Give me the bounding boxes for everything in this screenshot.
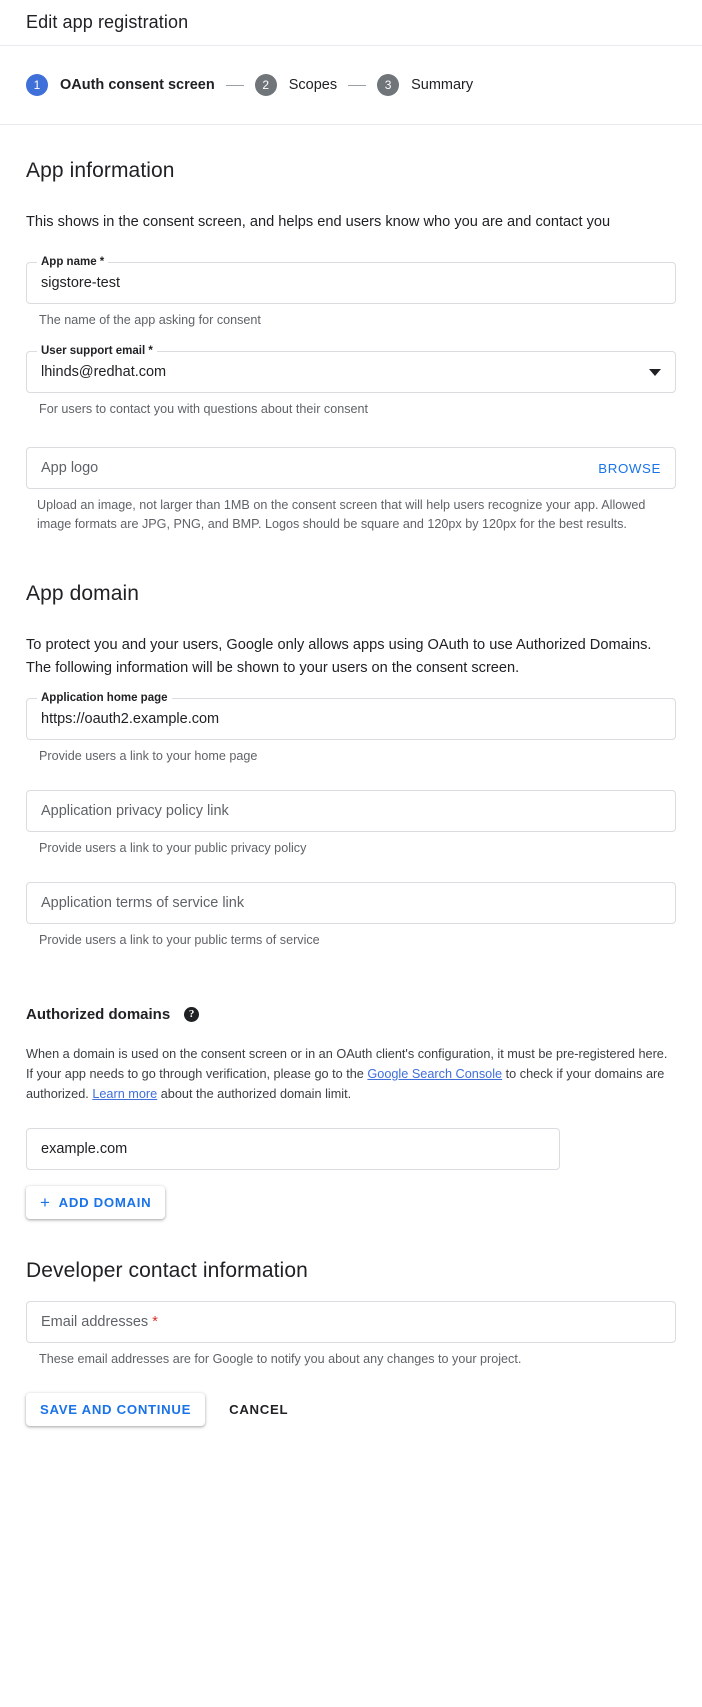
terms-of-service-hint: Provide users a link to your public term… (39, 933, 320, 947)
application-home-page-hint: Provide users a link to your home page (39, 749, 258, 763)
wizard-stepper: 1 OAuth consent screen 2 Scopes 3 Summar… (0, 46, 702, 125)
application-home-page-label: Application home page (37, 692, 172, 705)
plus-icon: + (40, 1193, 51, 1212)
authorized-domain-input[interactable]: example.com (26, 1128, 560, 1170)
privacy-policy-hint: Provide users a link to your public priv… (39, 841, 307, 855)
app-name-hint: The name of the app asking for consent (39, 313, 261, 327)
user-support-email-value: lhinds@redhat.com (41, 364, 167, 380)
step-oauth-consent-screen[interactable]: 1 OAuth consent screen (26, 74, 215, 96)
step-1-badge: 1 (26, 74, 48, 96)
step-1-label: OAuth consent screen (60, 77, 215, 93)
app-name-label: App name * (37, 256, 109, 269)
add-domain-label: ADD DOMAIN (58, 1195, 152, 1210)
required-asterisk: * (152, 1314, 158, 1330)
page-title: Edit app registration (26, 12, 189, 32)
app-information-heading: App information (26, 159, 175, 182)
user-support-email-select[interactable]: User support email * lhinds@redhat.com (26, 345, 676, 393)
privacy-policy-input[interactable]: Application privacy policy link (26, 790, 676, 832)
app-logo-placeholder: App logo (41, 460, 99, 476)
add-domain-button[interactable]: + ADD DOMAIN (26, 1186, 166, 1219)
email-addresses-input[interactable]: Email addresses * (26, 1301, 676, 1343)
developer-contact-heading: Developer contact information (26, 1259, 308, 1282)
user-support-email-hint: For users to contact you with questions … (39, 402, 369, 416)
form-content: App information This shows in the consen… (0, 159, 702, 1426)
app-name-value: sigstore-test (41, 275, 120, 291)
terms-of-service-input[interactable]: Application terms of service link (26, 882, 676, 924)
email-addresses-placeholder: Email addresses * (41, 1314, 158, 1330)
save-and-continue-button[interactable]: SAVE AND CONTINUE (26, 1393, 206, 1426)
terms-of-service-field: Application terms of service link Provid… (26, 882, 676, 950)
step-summary[interactable]: 3 Summary (377, 74, 473, 96)
step-2-label: Scopes (288, 77, 338, 93)
authorized-domains-paragraph: When a domain is used on the consent scr… (26, 1044, 676, 1104)
app-domain-heading: App domain (26, 582, 140, 605)
authorized-domain-field: example.com (26, 1128, 560, 1170)
form-actions: SAVE AND CONTINUE CANCEL (26, 1393, 676, 1426)
step-3-badge: 3 (377, 74, 400, 96)
email-addresses-field: Email addresses * These email addresses … (26, 1301, 676, 1369)
step-2-badge: 2 (254, 74, 277, 96)
learn-more-link[interactable]: Learn more (92, 1087, 157, 1101)
chevron-down-icon[interactable] (649, 368, 661, 376)
app-logo-input[interactable]: App logo BROWSE (26, 447, 676, 489)
user-support-email-label: User support email * (37, 345, 157, 358)
user-support-email-field: User support email * lhinds@redhat.com F… (26, 345, 676, 419)
google-search-console-link[interactable]: Google Search Console (367, 1067, 502, 1081)
page-header: Edit app registration (0, 0, 702, 46)
browse-button[interactable]: BROWSE (598, 461, 661, 476)
app-information-description: This shows in the consent screen, and he… (26, 214, 611, 230)
email-addresses-hint: These email addresses are for Google to … (39, 1352, 522, 1366)
authorized-domain-value: example.com (41, 1141, 128, 1157)
privacy-policy-field: Application privacy policy link Provide … (26, 790, 676, 858)
authorized-domains-heading: Authorized domains ? (26, 1006, 676, 1023)
step-scopes[interactable]: 2 Scopes (254, 74, 338, 96)
step-3-label: Summary (411, 77, 474, 93)
authorized-domains-heading-text: Authorized domains (26, 1006, 171, 1023)
authorized-domains-text-3: about the authorized domain limit. (157, 1087, 352, 1101)
application-home-page-value: https://oauth2.example.com (41, 711, 220, 727)
application-home-page-field: Application home page https://oauth2.exa… (26, 692, 676, 766)
app-logo-field: App logo BROWSE Upload an image, not lar… (26, 447, 676, 534)
cancel-button[interactable]: CANCEL (219, 1393, 298, 1426)
privacy-policy-placeholder: Application privacy policy link (41, 803, 229, 819)
application-home-page-input[interactable]: Application home page https://oauth2.exa… (26, 692, 676, 740)
help-icon[interactable]: ? (184, 1007, 200, 1022)
step-separator-2 (348, 84, 367, 86)
app-name-input[interactable]: App name * sigstore-test (26, 256, 676, 304)
add-domain-row: + ADD DOMAIN (26, 1186, 676, 1219)
step-separator-1 (225, 84, 244, 86)
app-domain-description: To protect you and your users, Google on… (26, 637, 652, 676)
terms-of-service-placeholder: Application terms of service link (41, 895, 245, 911)
app-name-field: App name * sigstore-test The name of the… (26, 256, 676, 330)
app-logo-hint: Upload an image, not larger than 1MB on … (37, 498, 646, 531)
